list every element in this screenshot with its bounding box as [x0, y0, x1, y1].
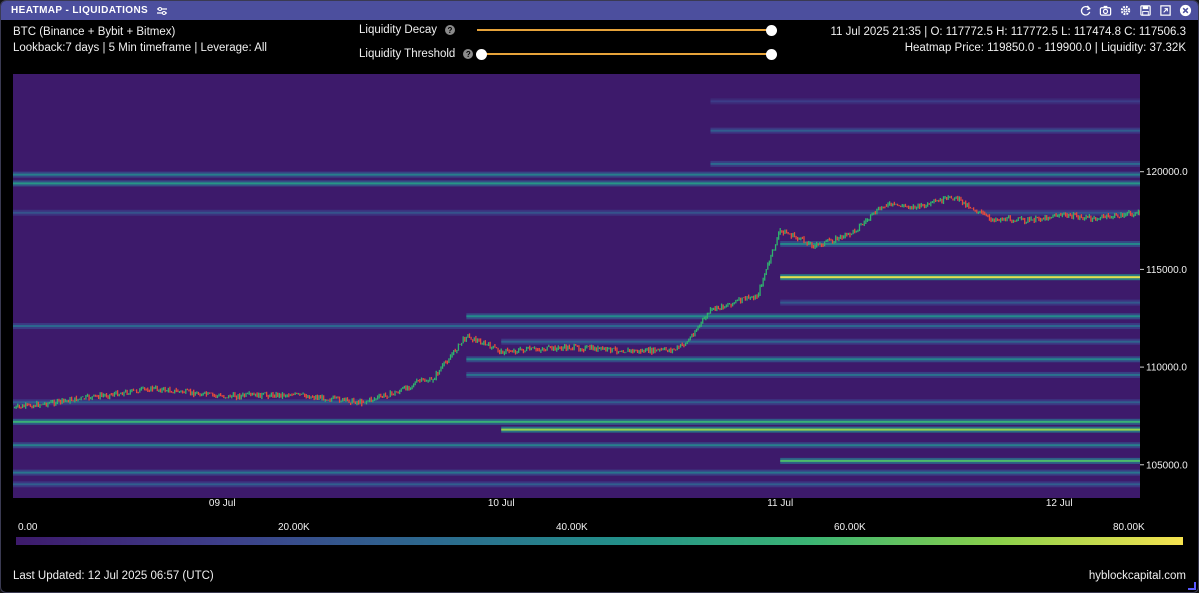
help-icon[interactable]: ? [463, 49, 474, 59]
colorbar-label: 80.00K [1113, 522, 1145, 533]
heatmap-background [13, 74, 1140, 498]
liquidity-band [13, 483, 1140, 486]
x-tick-label: 09 Jul [209, 498, 236, 509]
heatmap-window: HEATMAP - LIQUIDATIONS BTC (Binance + By… [0, 0, 1199, 593]
brand-link[interactable]: hyblockcapital.com [1089, 570, 1186, 582]
liquidity-band [780, 301, 1140, 304]
heatmap-price-label: Heatmap Price: 119850.0 - 119900.0 | Liq… [904, 42, 1186, 54]
liquidity-decay-track[interactable] [477, 29, 771, 31]
liquidity-decay-label: Liquidity Decay [359, 24, 437, 36]
liquidity-band [466, 373, 1140, 376]
y-tick-label: 105000.0 [1146, 460, 1188, 471]
liquidity-band [13, 211, 1140, 214]
x-tick-label: 12 Jul [1046, 498, 1073, 509]
liquidity-threshold-min-knob[interactable] [476, 48, 487, 60]
expand-icon[interactable] [1158, 3, 1172, 17]
window-toolbar [1078, 3, 1192, 17]
liquidity-band [13, 444, 1140, 447]
resize-handle[interactable] [1188, 582, 1196, 590]
liquidity-band [501, 428, 1140, 431]
liquidity-band [501, 340, 1140, 343]
liquidity-band [13, 173, 1140, 176]
symbol-info: BTC (Binance + Bybit + Bitmex) Lookback:… [13, 24, 267, 56]
liquidity-band [466, 358, 1140, 361]
symbol-label: BTC (Binance + Bybit + Bitmex) [13, 26, 176, 38]
liquidity-threshold-row: Liquidity Threshold ? [359, 46, 474, 62]
liquidity-band [13, 401, 1140, 404]
liquidity-band [13, 182, 1140, 185]
last-updated: Last Updated: 12 Jul 2025 06:57 (UTC) [13, 570, 214, 582]
liquidity-band [466, 315, 1140, 318]
liquidity-decay-row: Liquidity Decay ? [359, 22, 455, 38]
titlebar: HEATMAP - LIQUIDATIONS [1, 1, 1198, 20]
liquidity-band [780, 276, 1140, 279]
y-tick-label: 115000.0 [1146, 265, 1187, 276]
ohlc-label: 11 Jul 2025 21:35 | O: 117772.5 H: 11777… [830, 26, 1186, 38]
liquidity-band [710, 100, 1140, 103]
liquidity-band [710, 162, 1140, 165]
liquidity-band [780, 459, 1140, 462]
colorbar-label: 60.00K [834, 522, 866, 533]
colorbar-label: 0.00 [18, 522, 38, 533]
ohlc-info: 11 Jul 2025 21:35 | O: 117772.5 H: 11777… [830, 24, 1186, 56]
colorbar-label: 20.00K [278, 522, 310, 533]
liquidity-threshold-max-knob[interactable] [766, 48, 777, 60]
settings-sliders-icon[interactable] [156, 5, 168, 17]
x-tick-label: 10 Jul [488, 498, 515, 509]
close-icon[interactable] [1178, 3, 1192, 17]
gear-icon[interactable] [1118, 3, 1132, 17]
y-tick-label: 120000.0 [1146, 167, 1188, 178]
liquidity-band [13, 471, 1140, 474]
liquidity-decay-knob[interactable] [766, 24, 777, 36]
y-tick-label: 110000.0 [1146, 363, 1187, 374]
liquidity-threshold-label: Liquidity Threshold [359, 48, 456, 60]
heatmap-chart[interactable]: 09 Jul 10 Jul 11 Jul 12 Jul 105000.0 110000.… [1, 71, 1199, 517]
y-axis: 105000.0 110000.0 115000.0 120000.0 [1140, 167, 1188, 471]
liquidity-band [13, 325, 1140, 328]
x-axis: 09 Jul 10 Jul 11 Jul 12 Jul [209, 498, 1073, 509]
lookback-label: Lookback:7 days | 5 Min timeframe | Leve… [13, 42, 267, 54]
camera-icon[interactable] [1098, 3, 1112, 17]
liquidity-band [13, 420, 1140, 423]
liquidity-threshold-track[interactable] [481, 53, 771, 55]
liquidity-band [710, 129, 1140, 132]
x-tick-label: 11 Jul [767, 498, 793, 509]
colorbar [16, 537, 1183, 545]
help-icon[interactable]: ? [444, 25, 455, 35]
refresh-icon[interactable] [1078, 3, 1092, 17]
save-icon[interactable] [1138, 3, 1152, 17]
window-title: HEATMAP - LIQUIDATIONS [11, 5, 149, 16]
colorbar-label: 40.00K [556, 522, 588, 533]
